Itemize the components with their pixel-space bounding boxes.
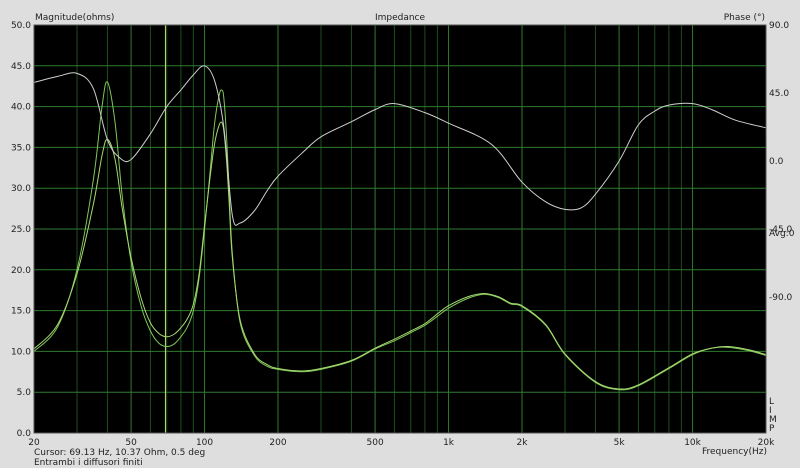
y-tick-label-right: -90.0 xyxy=(769,293,793,303)
x-tick-label: 500 xyxy=(367,438,384,448)
x-tick-label: 50 xyxy=(125,438,137,448)
y-tick-label-left: 40.0 xyxy=(11,103,31,113)
y-tick-label-left: 25.0 xyxy=(11,225,31,235)
y-tick-label-right: 90.0 xyxy=(769,21,789,31)
x-tick-label: 5k xyxy=(614,438,626,448)
x-tick-label: 2k xyxy=(517,438,529,448)
x-tick-label: 20 xyxy=(28,438,40,448)
avg-readout: Avg:0 xyxy=(769,229,795,239)
y-tick-label-left: 30.0 xyxy=(11,184,31,194)
y-tick-label-right: 45.0 xyxy=(769,89,789,99)
x-tick-label: 100 xyxy=(196,438,213,448)
impedance-window: 50.0 45.0 40.0 35.0 30.0 25.0 20.0 15.0 10.0 5.0 0… xyxy=(0,0,800,468)
y-tick-label-left: 35.0 xyxy=(11,143,31,153)
y-tick-label-left: 15.0 xyxy=(11,307,31,317)
x-tick-label: 200 xyxy=(269,438,286,448)
y-tick-label-left: 5.0 xyxy=(17,388,32,398)
y-tick-label-left: 20.0 xyxy=(11,266,31,276)
y-axis-right-label: Phase (°) xyxy=(723,13,765,23)
impedance-chart[interactable]: 50.0 45.0 40.0 35.0 30.0 25.0 20.0 15.0 10.0 5.0 0… xyxy=(0,0,800,468)
y-tick-label-right: 0.0 xyxy=(769,157,784,167)
x-axis-label: Frequency(Hz) xyxy=(701,447,767,457)
x-tick-label: 1k xyxy=(443,438,455,448)
limp-letter-p: P xyxy=(769,424,775,434)
y-tick-label-left: 50.0 xyxy=(11,21,31,31)
measurement-caption: Entrambi i diffusori finiti xyxy=(34,458,143,468)
chart-title: Impedance xyxy=(374,13,426,23)
y-tick-label-left: 45.0 xyxy=(11,62,31,72)
y-tick-label-left: 10.0 xyxy=(11,347,31,357)
y-axis-left-label: Magnitude(ohms) xyxy=(35,13,115,23)
cursor-readout: Cursor: 69.13 Hz, 10.37 Ohm, 0.5 deg xyxy=(34,448,206,458)
